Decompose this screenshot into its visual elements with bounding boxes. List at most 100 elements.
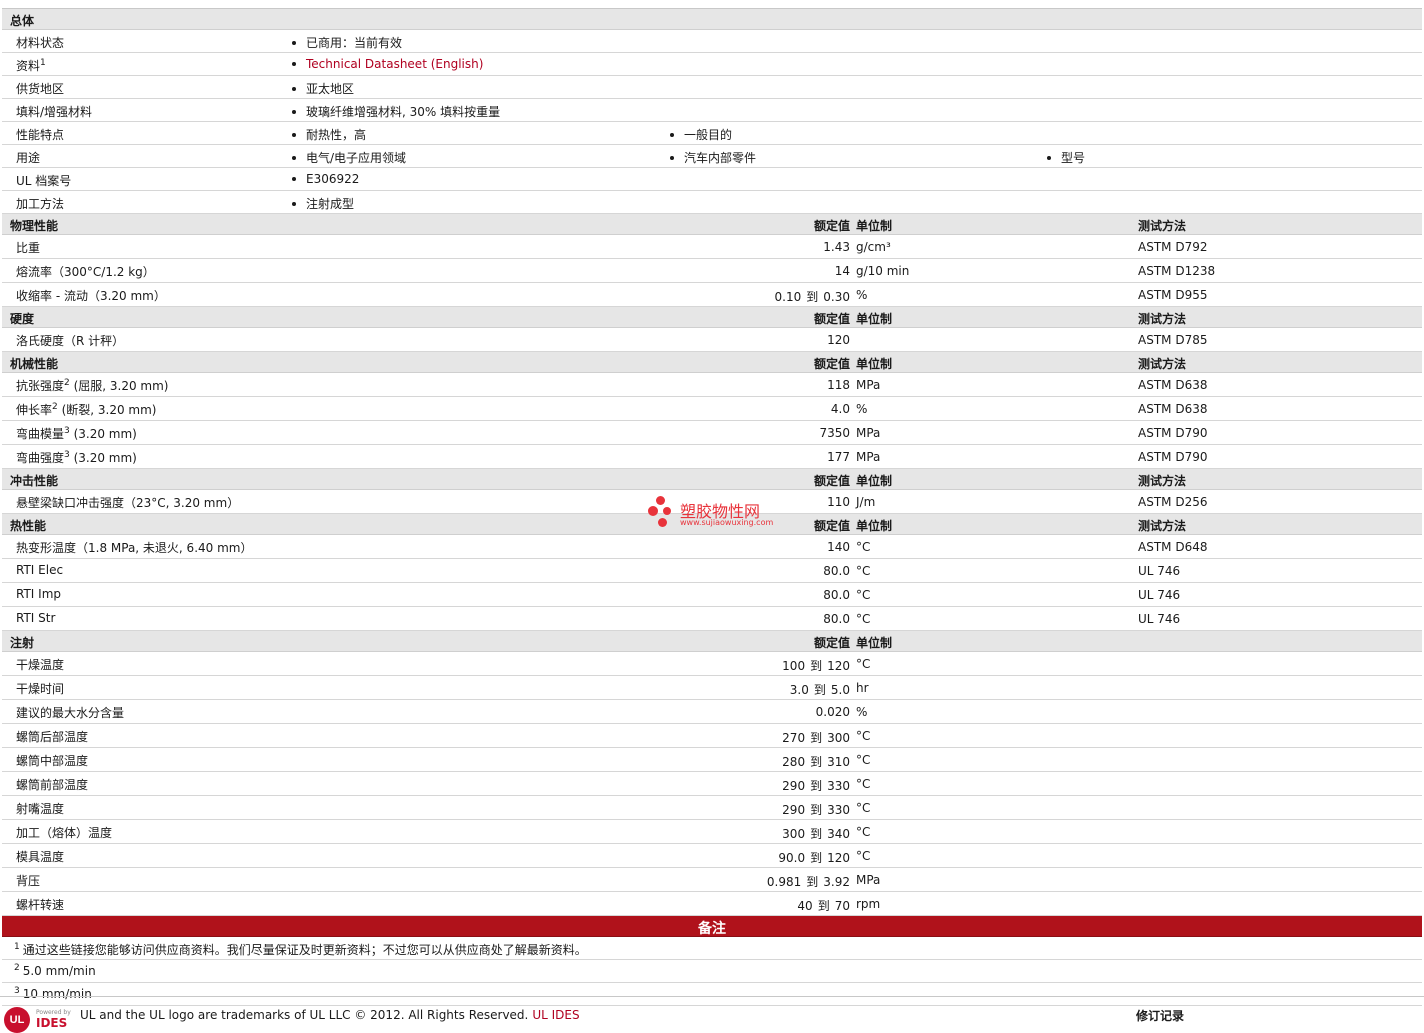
bullet-item: 耐热性，高 xyxy=(292,126,366,143)
range-to-word: 到 xyxy=(810,659,823,673)
property-unit: MPa xyxy=(856,873,881,887)
value-number: 70 xyxy=(834,899,850,913)
property-condition: (3.20 mm) xyxy=(69,451,137,465)
general-row: 性能特点 耐热性，高 一般目的 xyxy=(2,122,1422,145)
property-value: 80.0 xyxy=(823,564,850,578)
range-from: 3.0 xyxy=(789,683,809,697)
row-label-text: UL 档案号 xyxy=(16,174,72,188)
section-title: 总体 xyxy=(10,14,35,28)
property-label: 干燥时间 xyxy=(16,680,64,697)
test-method: ASTM D648 xyxy=(1138,540,1208,554)
range-to-word: 到 xyxy=(817,899,830,913)
property-row: 抗张强度2 (屈服, 3.20 mm) 118 MPa ASTM D638 xyxy=(2,373,1422,397)
value-number: 4.0 xyxy=(830,402,850,416)
property-label: 模具温度 xyxy=(16,848,64,865)
property-row: 干燥时间 3.0 到 5.0 hr xyxy=(2,676,1422,700)
property-unit: hr xyxy=(856,681,869,695)
value-number: 0.30 xyxy=(823,290,850,304)
test-method-header: 测试方法 xyxy=(1138,219,1187,233)
range-from: 100 xyxy=(782,659,806,673)
property-name: 干燥温度 xyxy=(16,658,65,672)
footer: UL Powered by IDES UL and the UL logo ar… xyxy=(0,996,1424,1033)
unit-header: 单位制 xyxy=(856,519,893,533)
property-value: 270 到 300 xyxy=(782,729,850,746)
value-number: 7350 xyxy=(819,426,850,440)
property-name: RTI Elec xyxy=(16,563,64,577)
ul-logo-icon: UL xyxy=(4,1007,30,1033)
property-name: 弯曲模量 xyxy=(16,427,65,441)
range-from: 90.0 xyxy=(778,851,806,865)
unit-header: 单位制 xyxy=(856,312,893,326)
unit-header: 单位制 xyxy=(856,474,893,488)
value-number: 110 xyxy=(827,495,850,509)
section-title: 物理性能 xyxy=(10,219,59,233)
property-value: 140 xyxy=(827,540,850,554)
property-label: 抗张强度2 (屈服, 3.20 mm) xyxy=(16,377,168,394)
row-label: UL 档案号 xyxy=(16,172,71,189)
property-unit: °C xyxy=(856,753,871,767)
range-to-word: 到 xyxy=(813,683,826,697)
property-value: 80.0 xyxy=(823,588,850,602)
property-row: 干燥温度 100 到 120 °C xyxy=(2,652,1422,676)
property-unit: % xyxy=(856,288,868,302)
general-row: UL 档案号 E306922 xyxy=(2,168,1422,191)
property-row: 伸长率2 (断裂, 3.20 mm) 4.0% ASTM D638 xyxy=(2,397,1422,421)
property-unit: °C xyxy=(856,564,871,578)
row-label-text: 材料状态 xyxy=(16,36,65,50)
property-value: 80.0 xyxy=(823,612,850,626)
ul-ides-link[interactable]: UL IDES xyxy=(532,1008,579,1022)
row-label: 资料1 xyxy=(16,57,46,74)
footnote-row: 2 5.0 mm/min xyxy=(2,960,1422,983)
property-row: 射嘴温度 290 到 330 °C xyxy=(2,796,1422,820)
property-row: 螺筒后部温度 270 到 300 °C xyxy=(2,724,1422,748)
range-from: 290 xyxy=(782,803,806,817)
trademark-label: UL and the UL logo are trademarks of UL … xyxy=(80,1008,529,1022)
property-name: 熔流率（300°C/1.2 kg） xyxy=(16,265,155,279)
property-label: 背压 xyxy=(16,872,40,889)
property-row: 洛氏硬度（R 计秤） 120 ASTM D785 xyxy=(2,328,1422,352)
property-name: 收缩率 - 流动（3.20 mm） xyxy=(16,289,166,303)
property-value: 290 到 330 xyxy=(782,777,850,794)
general-row: 填料/增强材料 玻璃纤维增强材料, 30% 填料按重量 xyxy=(2,99,1422,122)
range-from: 290 xyxy=(782,779,806,793)
test-method: ASTM D638 xyxy=(1138,378,1208,392)
unit-header: 单位制 xyxy=(856,357,893,371)
value-number: 80.0 xyxy=(823,612,850,626)
property-row: RTI Imp 80.0 °C UL 746 xyxy=(2,583,1422,607)
property-unit: MPa xyxy=(856,378,881,392)
property-row: 建议的最大水分含量 0.020% xyxy=(2,700,1422,724)
property-name: 螺筒前部温度 xyxy=(16,778,89,792)
range-from: 270 xyxy=(782,731,806,745)
nominal-header: 额定值 xyxy=(813,357,850,371)
property-name: 模具温度 xyxy=(16,850,65,864)
property-name: 建议的最大水分含量 xyxy=(16,706,125,720)
section-header: 冲击性能 额定值 单位制 测试方法 xyxy=(2,469,1422,490)
property-row: 背压 0.981 到 3.92 MPa xyxy=(2,868,1422,892)
value-number: 330 xyxy=(827,779,850,793)
test-method: ASTM D638 xyxy=(1138,402,1208,416)
property-label: 伸长率2 (断裂, 3.20 mm) xyxy=(16,401,156,418)
range-to-word: 到 xyxy=(806,875,819,889)
notes-header: 备注 xyxy=(2,916,1422,937)
property-label: 比重 xyxy=(16,239,40,256)
value-number: 3.92 xyxy=(823,875,850,889)
property-name: 悬壁梁缺口冲击强度（23°C, 3.20 mm） xyxy=(16,496,240,510)
property-row: 螺杆转速 40 到 70 rpm xyxy=(2,892,1422,916)
row-label: 材料状态 xyxy=(16,34,64,51)
property-row: RTI Str 80.0 °C UL 746 xyxy=(2,607,1422,631)
property-label: 热变形温度（1.8 MPa, 未退火, 6.40 mm） xyxy=(16,539,252,556)
property-value: 4.0 xyxy=(831,402,850,416)
datasheet-link[interactable]: Technical Datasheet (English) xyxy=(292,57,483,71)
property-label: 建议的最大水分含量 xyxy=(16,704,124,721)
section-title: 冲击性能 xyxy=(10,474,59,488)
nominal-header: 额定值 xyxy=(813,312,850,326)
general-row: 材料状态 已商用：当前有效 xyxy=(2,30,1422,53)
unit-header: 单位制 xyxy=(856,636,893,650)
property-unit: °C xyxy=(856,612,871,626)
value-number: 0.020 xyxy=(815,705,850,719)
test-method: ASTM D955 xyxy=(1138,288,1208,302)
row-label: 供货地区 xyxy=(16,80,64,97)
property-name: 抗张强度 xyxy=(16,379,65,393)
property-unit: % xyxy=(856,705,868,719)
property-name: 螺筒中部温度 xyxy=(16,754,89,768)
